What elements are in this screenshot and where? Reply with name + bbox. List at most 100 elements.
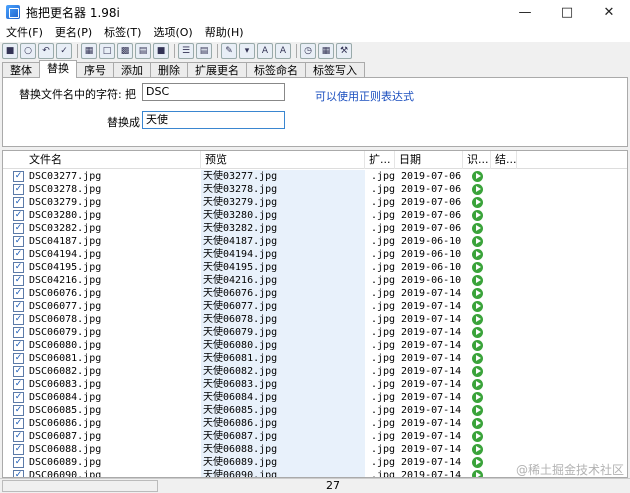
invert-selection-icon[interactable]: ▩ <box>117 43 133 59</box>
table-row[interactable]: DSC06083.jpg 天使06083.jpg .jpg 2019-07-14 <box>3 378 627 391</box>
tab-add[interactable]: 添加 <box>113 62 151 78</box>
menu-options[interactable]: 选项(O) <box>147 24 198 42</box>
clock-icon[interactable]: ◷ <box>300 43 316 59</box>
row-checkbox[interactable] <box>13 210 24 221</box>
table-row[interactable]: DSC03278.jpg 天使03278.jpg .jpg 2019-07-06 <box>3 183 627 196</box>
tools-icon[interactable]: ⚒ <box>336 43 352 59</box>
table-row[interactable]: DSC06081.jpg 天使06081.jpg .jpg 2019-07-14 <box>3 352 627 365</box>
table-row[interactable]: DSC06076.jpg 天使06076.jpg .jpg 2019-07-14 <box>3 287 627 300</box>
list-icon[interactable]: ☰ <box>178 43 194 59</box>
column-identify[interactable]: 识... <box>463 151 491 169</box>
menu-tags[interactable]: 标签(T) <box>98 24 147 42</box>
row-checkbox[interactable] <box>13 392 24 403</box>
row-checkbox[interactable] <box>13 353 24 364</box>
row-checkbox[interactable] <box>13 236 24 247</box>
column-date[interactable]: 日期 <box>395 151 463 169</box>
row-checkbox[interactable] <box>13 288 24 299</box>
export-icon[interactable]: ▤ <box>196 43 212 59</box>
row-filename: DSC03282.jpg <box>29 223 102 234</box>
row-checkbox[interactable] <box>13 314 24 325</box>
tab-overall[interactable]: 整体 <box>2 62 40 78</box>
table-row[interactable]: DSC06086.jpg 天使06086.jpg .jpg 2019-07-14 <box>3 417 627 430</box>
row-extension: .jpg <box>371 379 395 390</box>
table-row[interactable]: DSC03279.jpg 天使03279.jpg .jpg 2019-07-06 <box>3 196 627 209</box>
table-row[interactable]: DSC06077.jpg 天使06077.jpg .jpg 2019-07-14 <box>3 300 627 313</box>
filter-icon[interactable]: ▤ <box>135 43 151 59</box>
row-checkbox[interactable] <box>13 223 24 234</box>
tab-extended-rename[interactable]: 扩展更名 <box>187 62 247 78</box>
font-a-icon[interactable]: A <box>257 43 273 59</box>
table-row[interactable]: DSC04194.jpg 天使04194.jpg .jpg 2019-06-10 <box>3 248 627 261</box>
select-none-icon[interactable]: □ <box>99 43 115 59</box>
table-row[interactable]: DSC03277.jpg 天使03277.jpg .jpg 2019-07-06 <box>3 170 627 183</box>
row-checkbox[interactable] <box>13 340 24 351</box>
row-checkbox[interactable] <box>13 405 24 416</box>
window-controls: — □ ✕ <box>504 0 630 24</box>
replace-with-input[interactable]: 天使 <box>142 111 285 129</box>
row-checkbox[interactable] <box>13 470 24 477</box>
tab-tag-naming[interactable]: 标签命名 <box>246 62 306 78</box>
table-row[interactable]: DSC06085.jpg 天使06085.jpg .jpg 2019-07-14 <box>3 404 627 417</box>
table-row[interactable]: DSC04216.jpg 天使04216.jpg .jpg 2019-06-10 <box>3 274 627 287</box>
row-checkbox[interactable] <box>13 184 24 195</box>
row-preview: 天使06081.jpg <box>201 352 365 365</box>
table-row[interactable]: DSC03280.jpg 天使03280.jpg .jpg 2019-07-06 <box>3 209 627 222</box>
font-b-icon[interactable]: A <box>275 43 291 59</box>
row-checkbox[interactable] <box>13 366 24 377</box>
table-row[interactable]: DSC06082.jpg 天使06082.jpg .jpg 2019-07-14 <box>3 365 627 378</box>
row-checkbox[interactable] <box>13 249 24 260</box>
column-filename[interactable]: 文件名 <box>25 151 201 169</box>
row-checkbox[interactable] <box>13 275 24 286</box>
find-input[interactable]: DSC <box>142 83 285 101</box>
menu-rename[interactable]: 更名(P) <box>49 24 98 42</box>
minimize-icon[interactable]: — <box>504 0 546 24</box>
close-icon[interactable]: ✕ <box>588 0 630 24</box>
table-row[interactable]: DSC04187.jpg 天使04187.jpg .jpg 2019-06-10 <box>3 235 627 248</box>
row-checkbox[interactable] <box>13 197 24 208</box>
row-checkbox[interactable] <box>13 262 24 273</box>
dropdown-arrow-icon[interactable]: ▾ <box>239 43 255 59</box>
tab-delete[interactable]: 删除 <box>150 62 188 78</box>
row-date: 2019-06-10 <box>401 262 462 273</box>
tab-replace[interactable]: 替换 <box>39 60 77 78</box>
table-row[interactable]: DSC03282.jpg 天使03282.jpg .jpg 2019-07-06 <box>3 222 627 235</box>
menu-help[interactable]: 帮助(H) <box>199 24 250 42</box>
row-checkbox[interactable] <box>13 301 24 312</box>
table-row[interactable]: DSC04195.jpg 天使04195.jpg .jpg 2019-06-10 <box>3 261 627 274</box>
column-result[interactable]: 结... <box>491 151 517 169</box>
image-icon[interactable]: ▦ <box>318 43 334 59</box>
search-icon[interactable]: ○ <box>20 43 36 59</box>
maximize-icon[interactable]: □ <box>546 0 588 24</box>
row-checkbox[interactable] <box>13 418 24 429</box>
column-extension[interactable]: 扩... <box>365 151 395 169</box>
menu-file[interactable]: 文件(F) <box>0 24 49 42</box>
open-folder-icon[interactable]: ■ <box>2 43 18 59</box>
table-row[interactable]: DSC06078.jpg 天使06078.jpg .jpg 2019-07-14 <box>3 313 627 326</box>
undo-icon[interactable]: ↶ <box>38 43 54 59</box>
table-row[interactable]: DSC06079.jpg 天使06079.jpg .jpg 2019-07-14 <box>3 326 627 339</box>
table-row[interactable]: DSC06088.jpg 天使06088.jpg .jpg 2019-07-14 <box>3 443 627 456</box>
check-icon[interactable]: ✓ <box>56 43 72 59</box>
row-checkbox[interactable] <box>13 431 24 442</box>
table-row[interactable]: DSC06087.jpg 天使06087.jpg .jpg 2019-07-14 <box>3 430 627 443</box>
status-ok-icon <box>472 340 483 351</box>
tab-tag-write[interactable]: 标签写入 <box>305 62 365 78</box>
table-row[interactable]: DSC06080.jpg 天使06080.jpg .jpg 2019-07-14 <box>3 339 627 352</box>
row-extension: .jpg <box>371 431 395 442</box>
row-checkbox[interactable] <box>13 327 24 338</box>
row-preview: 天使06083.jpg <box>201 378 365 391</box>
file-list[interactable]: 文件名 预览 扩... 日期 识... 结... DSC03277.jpg 天使0… <box>2 150 628 478</box>
status-ok-icon <box>472 171 483 182</box>
row-checkbox[interactable] <box>13 171 24 182</box>
row-checkbox[interactable] <box>13 457 24 468</box>
row-checkbox[interactable] <box>13 379 24 390</box>
status-ok-icon <box>472 470 483 477</box>
row-checkbox[interactable] <box>13 444 24 455</box>
table-row[interactable]: DSC06084.jpg 天使06084.jpg .jpg 2019-07-14 <box>3 391 627 404</box>
select-all-icon[interactable]: ▦ <box>81 43 97 59</box>
row-filename: DSC03279.jpg <box>29 197 102 208</box>
stop-icon[interactable]: ■ <box>153 43 169 59</box>
tab-sequence[interactable]: 序号 <box>76 62 114 78</box>
brush-icon[interactable]: ✎ <box>221 43 237 59</box>
column-preview[interactable]: 预览 <box>201 151 365 169</box>
